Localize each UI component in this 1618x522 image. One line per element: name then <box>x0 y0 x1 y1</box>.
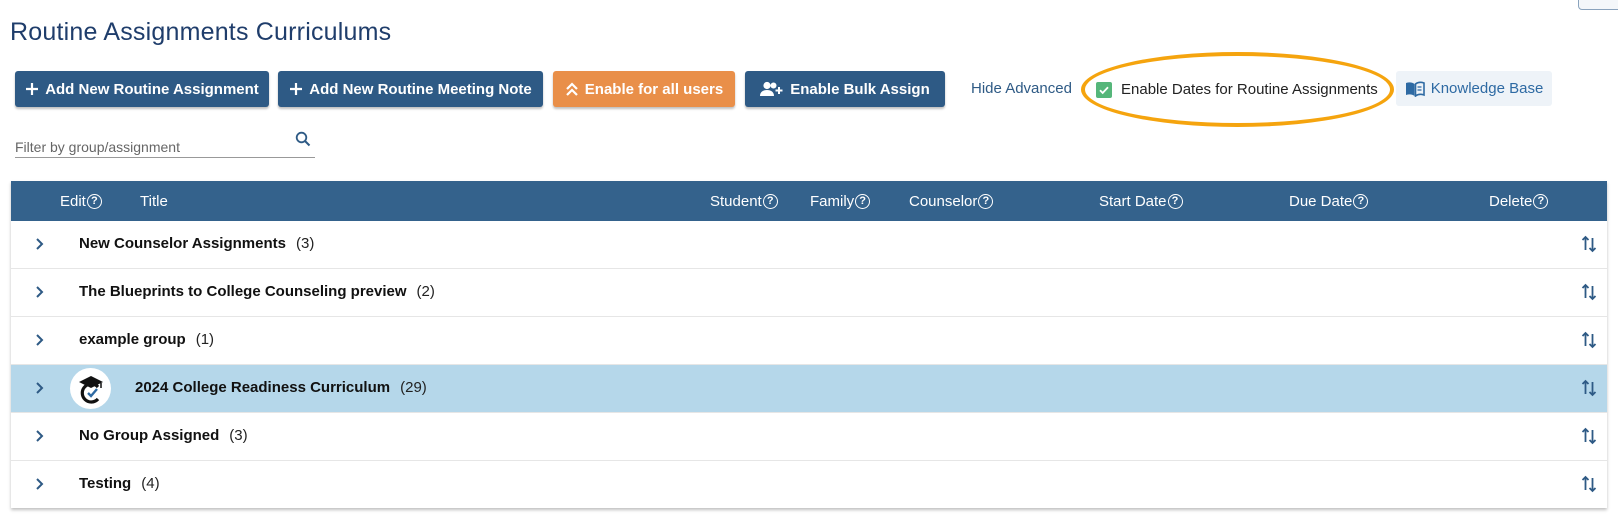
table-header: Edit ? Title Student ? Family ? Counselo… <box>11 181 1607 221</box>
enable-for-all-users-label: Enable for all users <box>584 80 724 98</box>
checkmark-icon <box>1099 86 1109 94</box>
column-edit: Edit ? <box>60 181 102 221</box>
add-routine-meeting-note-label: Add New Routine Meeting Note <box>309 80 532 98</box>
help-icon[interactable]: ? <box>1353 193 1369 209</box>
add-routine-assignment-button[interactable]: Add New Routine Assignment <box>15 71 269 107</box>
group-count: (29) <box>400 379 427 396</box>
table-row[interactable]: 2024 College Readiness Curriculum (29) <box>11 365 1607 413</box>
group-title: 2024 College Readiness Curriculum (29) <box>135 379 427 396</box>
search-icon[interactable] <box>295 131 311 147</box>
table-row[interactable]: New Counselor Assignments (3) <box>11 221 1607 269</box>
sort-arrows-icon[interactable] <box>1581 379 1597 397</box>
column-start-date-label: Start Date <box>1099 192 1167 210</box>
column-edit-label: Edit <box>60 192 86 210</box>
column-family: Family ? <box>810 181 871 221</box>
plus-icon <box>290 83 303 95</box>
column-start-date: Start Date ? <box>1099 181 1183 221</box>
enable-dates-checkbox[interactable] <box>1096 81 1112 98</box>
sort-arrows-icon[interactable] <box>1581 235 1597 253</box>
group-name: New Counselor Assignments <box>79 235 286 252</box>
group-name: Testing <box>79 475 132 492</box>
top-right-corner-button[interactable] <box>1578 0 1618 10</box>
sort-arrows-icon[interactable] <box>1581 331 1597 349</box>
sort-arrows-icon[interactable] <box>1581 283 1597 301</box>
chevron-right-icon[interactable] <box>35 333 45 347</box>
group-count: (3) <box>295 235 315 252</box>
group-title: The Blueprints to College Counseling pre… <box>79 283 435 300</box>
table-row[interactable]: The Blueprints to College Counseling pre… <box>11 269 1607 317</box>
help-icon[interactable]: ? <box>86 193 102 209</box>
group-count: (2) <box>416 283 435 300</box>
enable-dates-toggle[interactable]: Enable Dates for Routine Assignments <box>1096 81 1378 98</box>
table-row[interactable]: Testing (4) <box>11 461 1607 508</box>
column-counselor: Counselor ? <box>909 181 994 221</box>
enable-bulk-assign-label: Enable Bulk Assign <box>790 80 930 98</box>
help-icon[interactable]: ? <box>855 193 871 209</box>
group-name: example group <box>79 331 186 348</box>
column-delete: Delete ? <box>1489 181 1549 221</box>
page-title: Routine Assignments Curriculums <box>10 18 392 46</box>
plus-icon <box>26 83 39 95</box>
group-name: The Blueprints to College Counseling pre… <box>79 283 407 300</box>
group-title: Testing (4) <box>79 475 160 492</box>
group-name: No Group Assigned <box>79 427 220 444</box>
filter-input[interactable] <box>15 132 315 158</box>
group-count: (1) <box>195 331 215 348</box>
group-title: New Counselor Assignments (3) <box>79 235 314 252</box>
column-family-label: Family <box>810 192 855 210</box>
column-title: Title <box>140 181 168 221</box>
group-name: 2024 College Readiness Curriculum <box>135 379 391 396</box>
column-counselor-label: Counselor <box>909 192 978 210</box>
chevron-right-icon[interactable] <box>35 285 45 299</box>
knowledge-base-button[interactable]: Knowledge Base <box>1396 71 1552 106</box>
hide-advanced-link[interactable]: Hide Advanced <box>971 80 1072 97</box>
help-icon[interactable]: ? <box>978 193 994 209</box>
chevron-right-icon[interactable] <box>35 237 45 251</box>
group-count: (4) <box>141 475 160 492</box>
column-title-label: Title <box>140 192 168 210</box>
add-routine-meeting-note-button[interactable]: Add New Routine Meeting Note <box>278 71 543 107</box>
help-icon[interactable]: ? <box>762 193 778 209</box>
sort-arrows-icon[interactable] <box>1581 427 1597 445</box>
help-icon[interactable]: ? <box>1533 193 1549 209</box>
curriculum-logo-icon <box>70 368 111 409</box>
table-row[interactable]: No Group Assigned (3) <box>11 413 1607 461</box>
add-users-icon <box>760 81 783 96</box>
double-chevron-up-icon <box>566 82 578 96</box>
column-delete-label: Delete <box>1489 192 1533 210</box>
curriculum-table: Edit ? Title Student ? Family ? Counselo… <box>11 181 1607 508</box>
enable-for-all-users-button[interactable]: Enable for all users <box>553 71 735 107</box>
chevron-right-icon[interactable] <box>35 477 45 491</box>
help-icon[interactable]: ? <box>1167 193 1183 209</box>
chevron-right-icon[interactable] <box>35 429 45 443</box>
table-row[interactable]: example group (1) <box>11 317 1607 365</box>
group-title: No Group Assigned (3) <box>79 427 248 444</box>
chevron-right-icon[interactable] <box>35 381 45 395</box>
add-routine-assignment-label: Add New Routine Assignment <box>45 80 259 98</box>
column-due-date: Due Date ? <box>1289 181 1369 221</box>
column-student-label: Student <box>710 192 762 210</box>
book-icon <box>1405 81 1425 97</box>
enable-dates-label: Enable Dates for Routine Assignments <box>1121 81 1378 98</box>
enable-bulk-assign-button[interactable]: Enable Bulk Assign <box>745 71 945 107</box>
column-due-date-label: Due Date <box>1289 192 1353 210</box>
knowledge-base-label: Knowledge Base <box>1430 80 1544 97</box>
column-student: Student ? <box>710 181 778 221</box>
sort-arrows-icon[interactable] <box>1581 475 1597 493</box>
group-title: example group (1) <box>79 331 214 348</box>
group-count: (3) <box>229 427 248 444</box>
